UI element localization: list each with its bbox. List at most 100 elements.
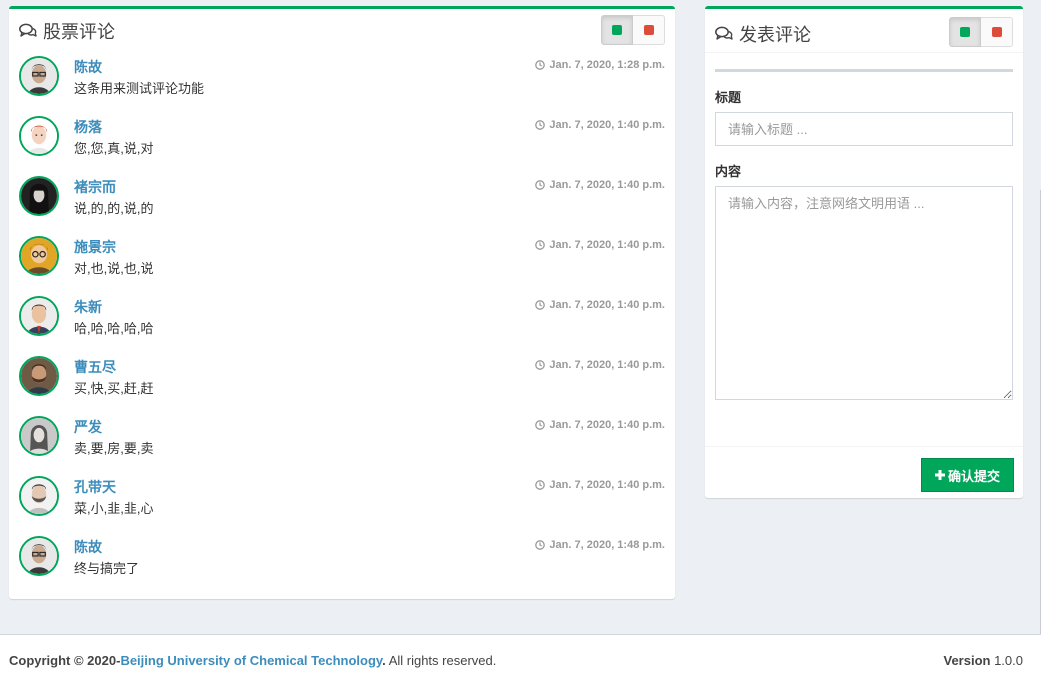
- red-square-icon: [991, 27, 1002, 37]
- clock-icon: [535, 540, 546, 550]
- post-comment-panel-header: 发表评论: [705, 9, 1023, 53]
- version-label: Version: [943, 653, 991, 668]
- comment-time-text: Jan. 7, 2020, 1:40 p.m.: [549, 239, 665, 251]
- avatar: [19, 176, 59, 216]
- comment-author-link[interactable]: 陈故: [74, 57, 102, 77]
- green-toggle-button[interactable]: [601, 15, 633, 45]
- comment-time-text: Jan. 7, 2020, 1:40 p.m.: [549, 479, 665, 491]
- comment-text: 菜,小,韭,韭,心: [74, 501, 154, 516]
- comment-item: 孔带天 Jan. 7, 2020, 1:40 p.m. 菜,小,韭,韭,心: [19, 474, 665, 534]
- comments-icon: [715, 26, 733, 40]
- comment-time-text: Jan. 7, 2020, 1:28 p.m.: [549, 59, 665, 71]
- post-comment-panel: 发表评论 标题 内容 确认提交: [705, 6, 1023, 498]
- title-label: 标题: [715, 90, 742, 105]
- clock-icon: [535, 360, 546, 370]
- clock-icon: [535, 420, 546, 430]
- comments-panel-title-text: 股票评论: [43, 22, 115, 42]
- clock-icon: [535, 180, 546, 190]
- avatar: [19, 476, 59, 516]
- comment-text: 这条用来测试评论功能: [74, 81, 205, 96]
- clock-icon: [535, 240, 546, 250]
- comment-item: 陈故 Jan. 7, 2020, 1:28 p.m. 这条用来测试评论功能: [19, 54, 665, 114]
- comment-item: 朱新 Jan. 7, 2020, 1:40 p.m. 哈,哈,哈,哈,哈: [19, 294, 665, 354]
- comment-text: 终与搞完了: [74, 561, 140, 576]
- comment-author-link[interactable]: 杨落: [74, 117, 102, 137]
- green-toggle-button[interactable]: [949, 17, 981, 47]
- avatar: [19, 56, 59, 96]
- comments-icon: [19, 23, 37, 37]
- comment-timestamp: Jan. 7, 2020, 1:40 p.m.: [535, 419, 665, 431]
- red-square-icon: [643, 25, 654, 35]
- comment-list: 陈故 Jan. 7, 2020, 1:28 p.m. 这条用来测试评论功能杨落 Jan…: [19, 54, 665, 594]
- title-form-group: 标题: [715, 87, 1013, 146]
- comment-text: 说,的,的,说,的: [74, 201, 154, 216]
- red-toggle-button[interactable]: [633, 15, 665, 45]
- comment-item: 杨落 Jan. 7, 2020, 1:40 p.m. 您,您,真,说,对: [19, 114, 665, 174]
- comment-author-link[interactable]: 严发: [74, 417, 102, 437]
- comment-text: 买,快,买,赶,赶: [74, 381, 154, 396]
- comment-author-link[interactable]: 孔带天: [74, 477, 116, 497]
- post-comment-tools: [949, 17, 1013, 47]
- comment-item: 褚宗而 Jan. 7, 2020, 1:40 p.m. 说,的,的,说,的: [19, 174, 665, 234]
- content-label: 内容: [715, 164, 742, 179]
- green-square-icon: [960, 27, 970, 37]
- comment-form: 标题 内容: [715, 69, 1013, 400]
- version-value: 1.0.0: [994, 653, 1023, 668]
- comment-timestamp: Jan. 7, 2020, 1:40 p.m.: [535, 179, 665, 191]
- submit-label: 确认提交: [947, 468, 1000, 484]
- clock-icon: [535, 120, 546, 130]
- content-textarea[interactable]: [715, 186, 1013, 400]
- version: Version 1.0.0: [943, 653, 1023, 668]
- comment-author-link[interactable]: 陈故: [74, 537, 102, 557]
- comment-text: 您,您,真,说,对: [74, 141, 154, 156]
- comment-author-link[interactable]: 施景宗: [74, 237, 116, 257]
- comment-time-text: Jan. 7, 2020, 1:40 p.m.: [549, 299, 665, 311]
- submit-comment-button[interactable]: 确认提交: [921, 458, 1014, 492]
- copyright: Copyright © 2020-Beijing University of C…: [9, 653, 497, 668]
- comment-time-text: Jan. 7, 2020, 1:48 p.m.: [549, 539, 665, 551]
- post-comment-title-text: 发表评论: [739, 25, 811, 45]
- content-form-group: 内容: [715, 161, 1013, 403]
- comment-item: 施景宗 Jan. 7, 2020, 1:40 p.m. 对,也,说,也,说: [19, 234, 665, 294]
- plus-icon: [934, 470, 945, 480]
- post-comment-panel-title: 发表评论: [715, 21, 811, 47]
- org-link[interactable]: Beijing University of Chemical Technolog…: [120, 653, 382, 668]
- green-square-icon: [612, 25, 622, 35]
- avatar: [19, 116, 59, 156]
- clock-icon: [535, 300, 546, 310]
- comment-item: 曹五尽 Jan. 7, 2020, 1:40 p.m. 买,快,买,赶,赶: [19, 354, 665, 414]
- title-input[interactable]: [715, 112, 1013, 146]
- clock-icon: [535, 480, 546, 490]
- comment-time-text: Jan. 7, 2020, 1:40 p.m.: [549, 359, 665, 371]
- comment-author-link[interactable]: 褚宗而: [74, 177, 116, 197]
- comment-timestamp: Jan. 7, 2020, 1:40 p.m.: [535, 119, 665, 131]
- comment-author-link[interactable]: 朱新: [74, 297, 102, 317]
- post-comment-footer: 确认提交: [705, 446, 1023, 498]
- comments-panel-header: 股票评论: [9, 9, 675, 49]
- comments-panel-title: 股票评论: [19, 18, 115, 44]
- comment-item: 陈故 Jan. 7, 2020, 1:48 p.m. 终与搞完了: [19, 534, 665, 594]
- avatar: [19, 356, 59, 396]
- comment-text: 对,也,说,也,说: [74, 261, 154, 276]
- red-toggle-button[interactable]: [981, 17, 1013, 47]
- copyright-suffix: All rights reserved.: [385, 653, 497, 668]
- comment-time-text: Jan. 7, 2020, 1:40 p.m.: [549, 119, 665, 131]
- clock-icon: [535, 60, 546, 70]
- comments-panel: 股票评论 陈故 Jan. 7, 2020, 1:28 p.m. 这条用来测试评论功能…: [9, 6, 675, 599]
- comment-timestamp: Jan. 7, 2020, 1:28 p.m.: [535, 59, 665, 71]
- comment-item: 严发 Jan. 7, 2020, 1:40 p.m. 卖,要,房,要,卖: [19, 414, 665, 474]
- comment-text: 卖,要,房,要,卖: [74, 441, 154, 456]
- comment-time-text: Jan. 7, 2020, 1:40 p.m.: [549, 179, 665, 191]
- copyright-prefix: Copyright © 2020-: [9, 653, 121, 668]
- comment-timestamp: Jan. 7, 2020, 1:40 p.m.: [535, 359, 665, 371]
- avatar: [19, 236, 59, 276]
- avatar: [19, 536, 59, 576]
- comment-author-link[interactable]: 曹五尽: [74, 357, 116, 377]
- avatar: [19, 296, 59, 336]
- comment-timestamp: Jan. 7, 2020, 1:48 p.m.: [535, 539, 665, 551]
- avatar: [19, 416, 59, 456]
- comment-timestamp: Jan. 7, 2020, 1:40 p.m.: [535, 479, 665, 491]
- comment-timestamp: Jan. 7, 2020, 1:40 p.m.: [535, 239, 665, 251]
- comments-panel-tools: [601, 15, 665, 45]
- comment-timestamp: Jan. 7, 2020, 1:40 p.m.: [535, 299, 665, 311]
